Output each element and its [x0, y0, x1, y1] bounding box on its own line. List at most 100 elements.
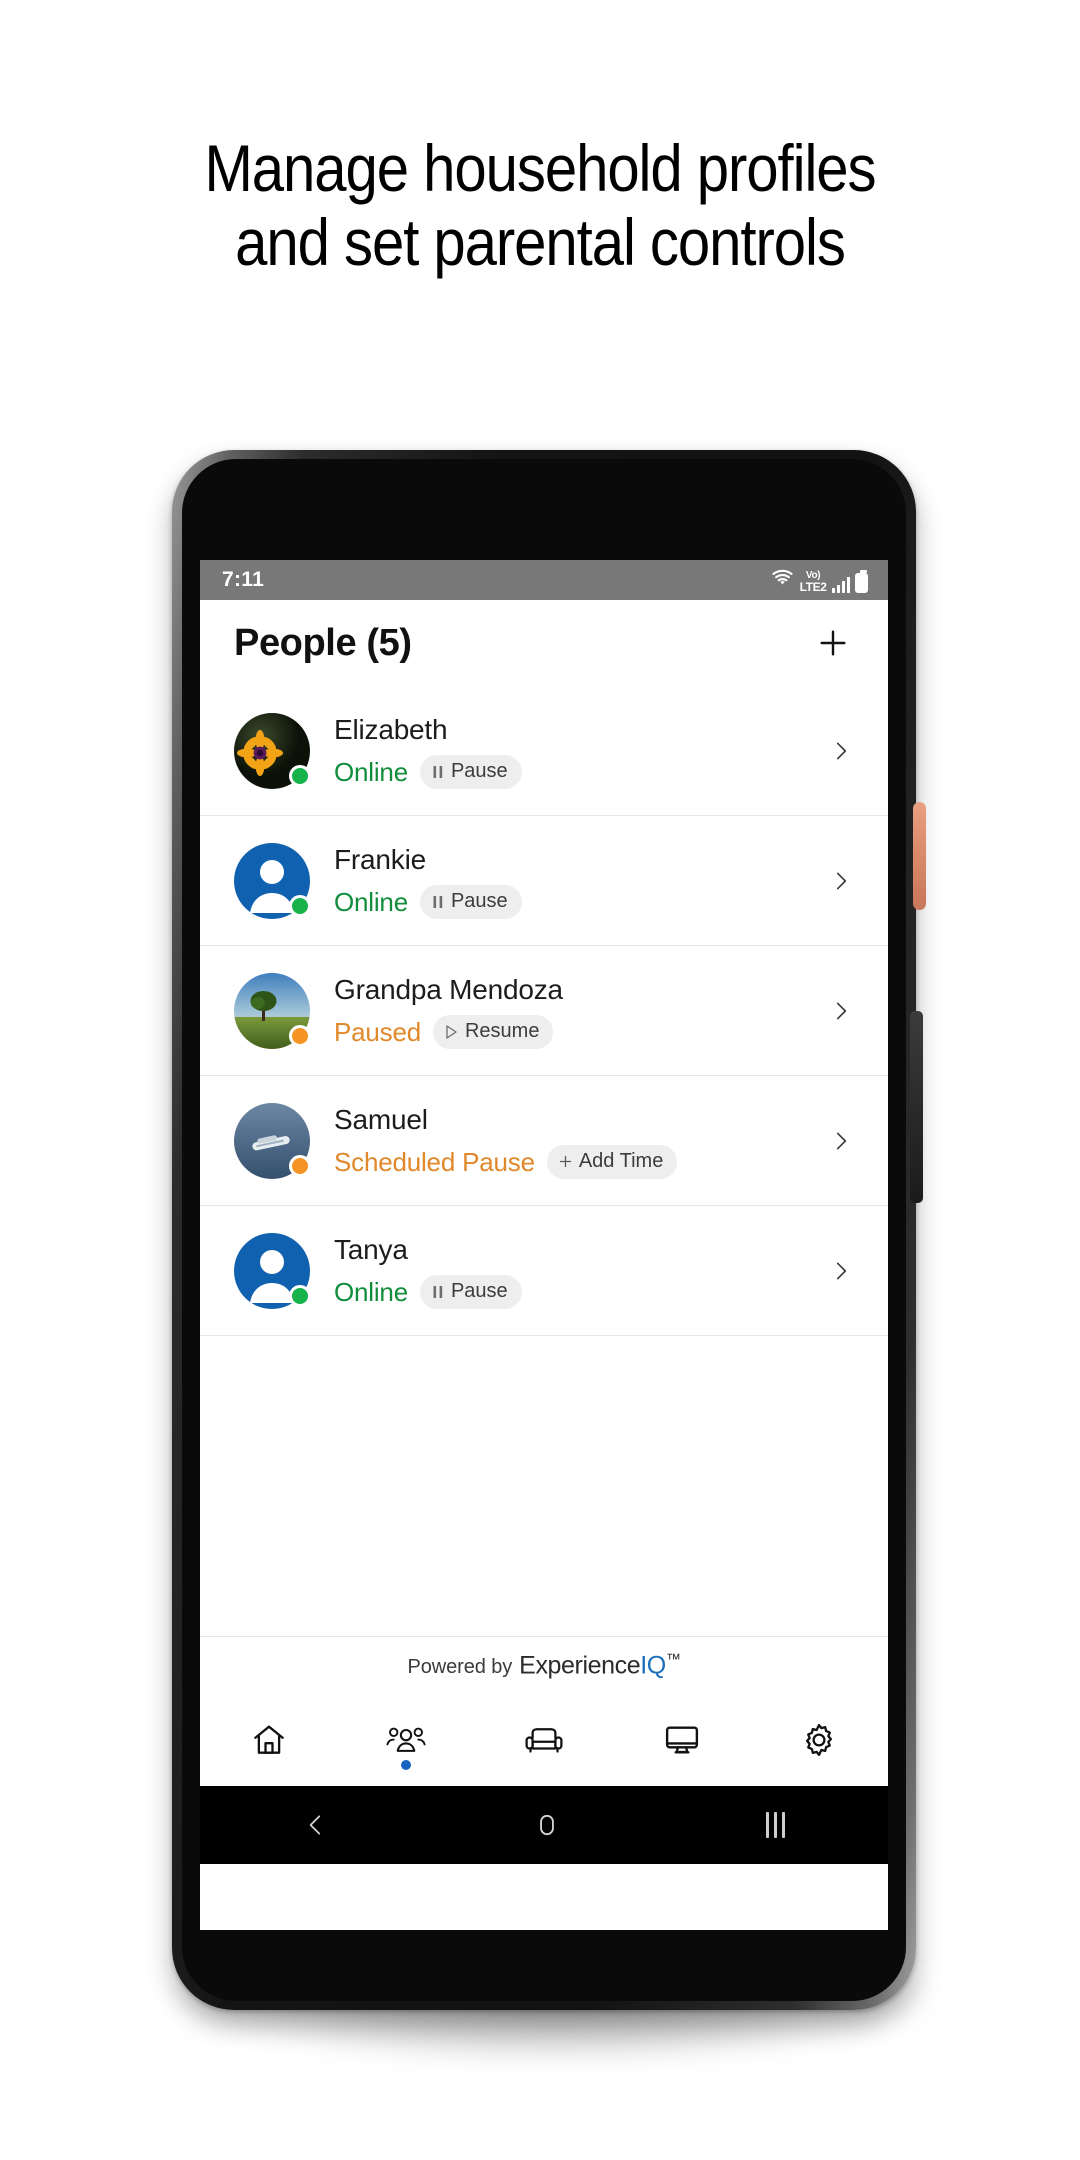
brand-name-part1: Experience [519, 1651, 641, 1680]
avatar [234, 972, 311, 1049]
avatar [234, 842, 311, 919]
recent-apps-icon[interactable] [766, 1812, 786, 1838]
status-bar: 7:11 Vo) LTE2 [200, 560, 888, 600]
branding-bar: Powered by ExperienceIQ™ [200, 1636, 888, 1694]
avatar [234, 712, 311, 789]
pause-button[interactable]: Pause [419, 885, 522, 919]
action-label: Add Time [578, 1150, 664, 1172]
chevron-right-icon[interactable] [824, 734, 858, 768]
pause-button[interactable]: Pause [419, 755, 522, 789]
person-details: Tanya Online Pause [334, 1232, 816, 1309]
volume-rocker-button[interactable] [910, 1011, 923, 1203]
bottom-navigation [200, 1694, 888, 1786]
person-status-row: Online Pause [334, 755, 816, 789]
status-dot-paused [289, 1154, 311, 1177]
nav-item-places[interactable] [475, 1694, 613, 1786]
person-details: Elizabeth Online Pause [334, 712, 816, 789]
person-name: Frankie [334, 844, 426, 875]
empty-list-space [200, 1336, 888, 1636]
page-title-line-2: and set parental controls [235, 204, 846, 279]
person-status-row: Online Pause [334, 885, 816, 919]
home-circle-icon[interactable] [534, 1812, 560, 1838]
person-name: Elizabeth [334, 714, 448, 745]
nav-item-people[interactable] [338, 1694, 476, 1786]
sofa-icon [525, 1728, 563, 1753]
app-header: People (5) [200, 600, 888, 686]
chevron-right-icon[interactable] [824, 1124, 858, 1158]
pause-icon [432, 894, 444, 910]
chevron-right-icon[interactable] [824, 1254, 858, 1288]
avatar [234, 1102, 311, 1179]
back-icon[interactable] [303, 1812, 329, 1838]
person-details: Samuel Scheduled Pause Add Time [334, 1102, 816, 1179]
list-item[interactable]: Grandpa Mendoza Paused Resume [200, 946, 888, 1076]
status-badge: Online [334, 886, 408, 917]
status-badge: Online [334, 1276, 408, 1307]
status-badge: Online [334, 756, 408, 787]
pause-button[interactable]: Pause [419, 1275, 522, 1309]
volte-indicator: Vo) LTE2 [799, 569, 827, 594]
brand-name-part2: IQ [640, 1651, 666, 1680]
person-status-row: Online Pause [334, 1275, 816, 1309]
status-bar-clock: 7:11 [222, 568, 265, 591]
list-item[interactable]: Frankie Online Pause [200, 816, 888, 946]
people-list: Elizabeth Online Pause Frankie Online Pa… [200, 686, 888, 1636]
phone-screen: 7:11 Vo) LTE2 People (5) Elizabeth Onlin… [200, 560, 888, 1930]
person-name: Tanya [334, 1234, 408, 1265]
action-label: Pause [450, 890, 508, 912]
brand-name: ExperienceIQ™ [519, 1650, 681, 1680]
resume-button[interactable]: Resume [432, 1015, 554, 1049]
signal-bars-icon [831, 576, 850, 593]
list-item[interactable]: Samuel Scheduled Pause Add Time [200, 1076, 888, 1206]
chevron-right-icon[interactable] [824, 994, 858, 1028]
battery-full-icon [855, 569, 868, 593]
gear-icon [806, 1723, 833, 1757]
nav-item-settings[interactable] [750, 1694, 888, 1786]
status-badge: Scheduled Pause [334, 1146, 535, 1177]
nav-item-devices[interactable] [613, 1694, 751, 1786]
pause-icon [432, 764, 444, 780]
plus-icon [820, 630, 846, 656]
status-dot-online [289, 1284, 311, 1307]
trademark-symbol: ™ [665, 1650, 681, 1668]
add-time-button[interactable]: Add Time [546, 1145, 678, 1179]
list-item[interactable]: Elizabeth Online Pause [200, 686, 888, 816]
powered-by-text: Powered by ExperienceIQ™ [408, 1651, 681, 1680]
plus-icon [559, 1155, 572, 1168]
active-indicator-dot [401, 1760, 412, 1770]
person-details: Frankie Online Pause [334, 842, 816, 919]
person-name: Samuel [334, 1104, 428, 1135]
action-label: Pause [450, 760, 508, 782]
powered-by-prefix: Powered by [407, 1656, 513, 1679]
people-icon [386, 1727, 426, 1752]
volte-top-label: Vo) [805, 569, 821, 581]
status-dot-online [289, 764, 311, 787]
chevron-right-icon[interactable] [824, 864, 858, 898]
pause-icon [432, 1284, 444, 1300]
nav-item-home[interactable] [200, 1694, 338, 1786]
status-bar-icons: Vo) LTE2 [770, 568, 868, 593]
person-status-row: Scheduled Pause Add Time [334, 1145, 816, 1179]
monitor-icon [665, 1726, 698, 1754]
action-label: Pause [450, 1280, 508, 1302]
person-status-row: Paused Resume [334, 1015, 816, 1049]
action-label: Resume [464, 1020, 540, 1042]
power-button[interactable] [913, 802, 926, 910]
people-count-title: People (5) [234, 621, 412, 664]
home-icon [254, 1725, 284, 1754]
status-dot-online [289, 894, 311, 917]
volte-bottom-label: LTE2 [799, 579, 827, 594]
android-navigation-bar [200, 1786, 888, 1864]
play-icon [445, 1024, 458, 1040]
person-name: Grandpa Mendoza [334, 974, 563, 1005]
add-person-button[interactable] [810, 620, 856, 666]
wifi-icon [770, 568, 795, 593]
page-title-line-1: Manage household profiles [204, 131, 876, 205]
list-item[interactable]: Tanya Online Pause [200, 1206, 888, 1336]
status-dot-paused [289, 1024, 311, 1047]
page-title: Manage household profiles and set parent… [65, 131, 1015, 280]
avatar [234, 1232, 311, 1309]
promo-screenshot: Manage household profiles and set parent… [0, 0, 1080, 2160]
status-badge: Paused [334, 1016, 421, 1047]
person-details: Grandpa Mendoza Paused Resume [334, 972, 816, 1049]
